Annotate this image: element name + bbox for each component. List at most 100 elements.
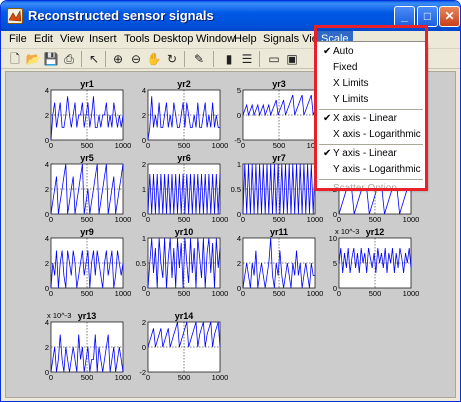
x-tick-label: 1000 — [115, 215, 132, 224]
maximize-button[interactable]: □ — [417, 6, 438, 27]
menu-desktop[interactable]: Desktop — [153, 33, 193, 45]
y-tick-label: 5 — [237, 86, 241, 95]
scale-menu-item-scatter-option: Scatter Option — [317, 181, 425, 197]
x-tick-label: 0 — [241, 141, 245, 150]
y-tick-label: 0 — [237, 111, 241, 120]
legend-icon[interactable]: ☰ — [239, 51, 255, 67]
pan-icon[interactable]: ✋ — [146, 51, 162, 67]
y-tick-label: 2 — [237, 259, 241, 268]
plot-title: yr9 — [80, 227, 94, 237]
scale-menu-item-y-axis-linear[interactable]: ✔ Y axis - Linear — [317, 146, 425, 162]
colorbar-icon[interactable]: ▮ — [221, 51, 237, 67]
scale-menu-item-fixed[interactable]: Fixed — [317, 60, 425, 76]
plot-title: yr1 — [80, 79, 94, 89]
rotate-icon[interactable]: ↻ — [164, 51, 180, 67]
save-icon[interactable]: 💾 — [43, 51, 59, 67]
x-tick-label: 0 — [146, 289, 150, 298]
data-cursor-icon[interactable]: ✎ — [191, 51, 207, 67]
checkmark-icon: ✔ — [323, 148, 332, 159]
scale-menu-item-x-axis-linear[interactable]: ✔ X axis - Linear — [317, 111, 425, 127]
minimize-button[interactable]: _ — [394, 6, 415, 27]
subplot-yr6: yr6 0 500 1000 0 1 2 — [142, 153, 229, 224]
print-icon[interactable]: ⎙ — [61, 51, 77, 67]
x-tick-label: 500 — [178, 141, 191, 150]
scale-menu-item-x-limits[interactable]: X Limits — [317, 76, 425, 92]
plot-title: yr12 — [366, 227, 385, 237]
scale-menu-item-y-axis-logarithmic[interactable]: Y axis - Logarithmic — [317, 162, 425, 178]
x-tick-label: 500 — [178, 289, 191, 298]
x-tick-label: 500 — [273, 289, 286, 298]
y-tick-label: 0.5 — [136, 259, 146, 268]
menu-help[interactable]: Help — [234, 33, 257, 45]
x-tick-label: 0 — [337, 289, 341, 298]
x-tick-label: 1000 — [403, 215, 420, 224]
x-tick-label: 1000 — [212, 215, 229, 224]
open-icon[interactable]: 📂 — [25, 51, 41, 67]
plot-title: yr13 — [78, 311, 97, 321]
scale-menu-item-label: Fixed — [333, 62, 358, 73]
x-tick-label: 1000 — [307, 289, 324, 298]
menu-edit[interactable]: Edit — [34, 33, 53, 45]
x-tick-label: 1000 — [307, 215, 324, 224]
scale-menu-item-y-limits[interactable]: Y Limits — [317, 92, 425, 108]
menu-view[interactable]: View — [60, 33, 84, 45]
y-tick-label: 0 — [237, 284, 241, 293]
x-tick-label: 500 — [273, 215, 286, 224]
close-button[interactable]: ✕ — [439, 6, 460, 27]
y-tick-label: 0 — [333, 284, 337, 293]
menu-window[interactable]: Window — [196, 33, 235, 45]
y-tick-label: 5 — [333, 259, 337, 268]
x-tick-label: 500 — [81, 289, 94, 298]
y-tick-label: 0 — [45, 210, 49, 219]
y-tick-label: 2 — [45, 185, 49, 194]
x-tick-label: 1000 — [115, 289, 132, 298]
menu-separator — [319, 144, 423, 145]
menu-insert[interactable]: Insert — [89, 33, 117, 45]
y-tick-label: 0 — [237, 210, 241, 219]
x-tick-label: 500 — [273, 141, 286, 150]
title-bar[interactable]: Reconstructed sensor signals _ □ ✕ — [1, 1, 460, 31]
x-tick-label: 500 — [178, 215, 191, 224]
scale-menu-item-x-axis-logarithmic[interactable]: X axis - Logarithmic — [317, 127, 425, 143]
y-tick-label: 2 — [45, 111, 49, 120]
subplot-yr12: yr120 500 10000510x 10^-3 — [329, 227, 420, 298]
scale-menu-item-label: Auto — [333, 46, 354, 57]
x-tick-label: 1000 — [212, 373, 229, 382]
menu-file[interactable]: File — [9, 33, 27, 45]
y-tick-label: 0 — [142, 284, 146, 293]
scale-menu-item-label: Scatter Option — [333, 183, 397, 194]
y-tick-label: 0.5 — [231, 185, 241, 194]
subplot-yr5: yr5 0 500 1000 0 2 4 — [45, 153, 132, 224]
x-tick-label: 0 — [241, 215, 245, 224]
axis-multiplier: x 10^-3 — [47, 311, 71, 320]
y-tick-label: -5 — [234, 136, 241, 145]
y-tick-label: 2 — [142, 111, 146, 120]
y-tick-label: 1 — [142, 234, 146, 243]
subplot-yr14: yr140 500 1000-202 — [139, 311, 228, 382]
plot-title: yr3 — [272, 79, 286, 89]
scale-dropdown-menu: ✔ Auto Fixed X Limits Y Limits ✔ X axis - Line… — [316, 41, 426, 194]
x-tick-label: 0 — [146, 141, 150, 150]
show-plot-tools-icon[interactable]: ▣ — [284, 51, 300, 67]
zoom-out-icon[interactable]: ⊖ — [128, 51, 144, 67]
scale-menu-item-auto[interactable]: ✔ Auto — [317, 44, 425, 60]
menu-tools[interactable]: Tools — [124, 33, 150, 45]
toolbar-separator — [184, 51, 185, 67]
toolbar-separator — [105, 51, 106, 67]
subplot-yr1: yr1 0 500 1000 0 2 4 — [45, 79, 132, 150]
scale-menu-item-label: X axis - Logarithmic — [333, 129, 421, 140]
x-tick-label: 0 — [49, 289, 53, 298]
y-tick-label: 0 — [142, 136, 146, 145]
x-tick-label: 0 — [49, 141, 53, 150]
scale-menu-item-label: X Limits — [333, 78, 369, 89]
pointer-icon[interactable]: ↖ — [86, 51, 102, 67]
x-tick-label: 500 — [81, 141, 94, 150]
y-tick-label: 0 — [142, 210, 146, 219]
hide-plot-tools-icon[interactable]: ▭ — [266, 51, 282, 67]
x-tick-label: 0 — [49, 373, 53, 382]
zoom-in-icon[interactable]: ⊕ — [110, 51, 126, 67]
y-tick-label: 2 — [45, 259, 49, 268]
new-file-icon[interactable]: 🗋 — [7, 51, 23, 67]
x-tick-label: 500 — [81, 373, 94, 382]
y-tick-label: 1 — [142, 185, 146, 194]
